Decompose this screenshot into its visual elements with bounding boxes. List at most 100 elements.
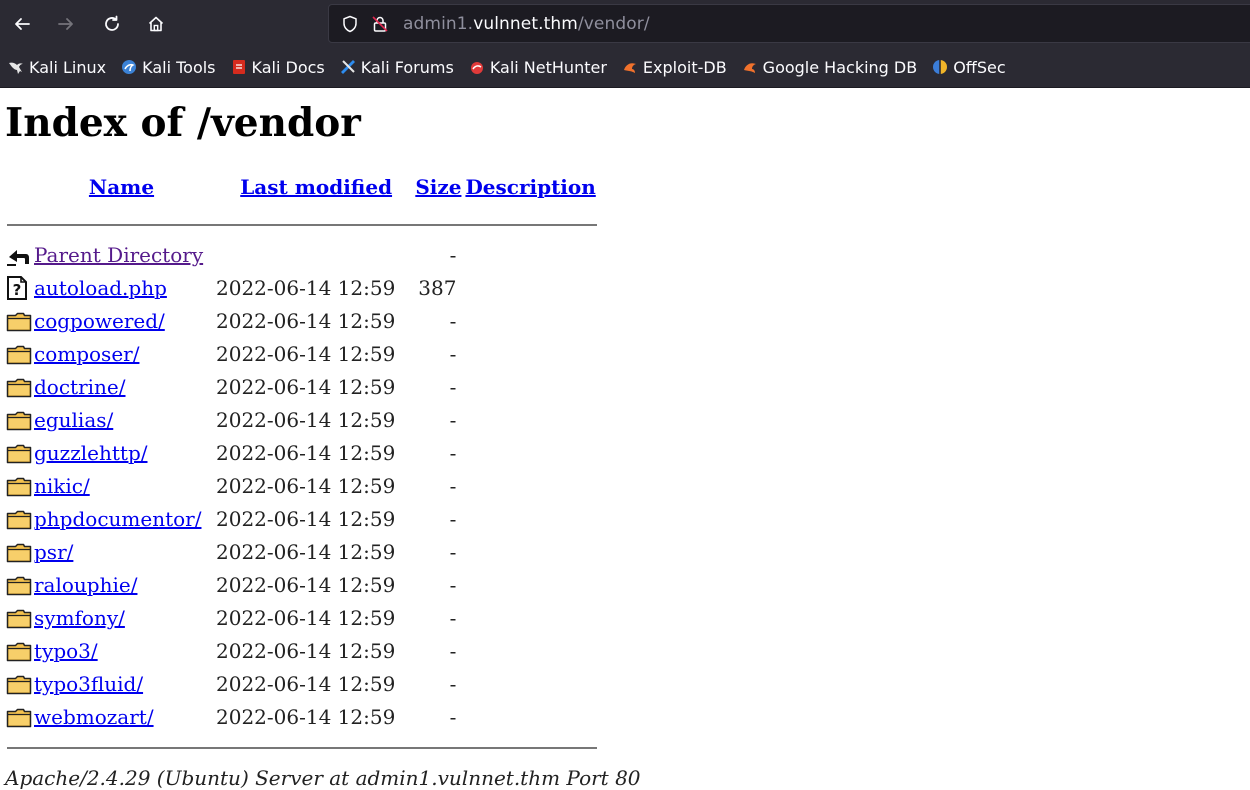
name-column-header: Name [33,167,210,211]
parent-directory-row: Parent Directory - [5,239,597,272]
size-cell: - [449,539,457,564]
entry-link[interactable]: ralouphie/ [34,573,137,597]
entry-link[interactable]: cogpowered/ [34,309,165,333]
bookmark-kali-tools[interactable]: Kali Tools [121,58,216,77]
entry-link[interactable]: webmozart/ [34,705,154,729]
name-cell: autoload.php [33,272,210,305]
name-cell: guzzlehttp/ [33,437,210,470]
description-cell [462,602,596,635]
unknown-file-icon: ? [7,275,27,300]
svg-text:?: ? [13,281,22,299]
icon-cell [5,404,33,437]
reload-icon [105,15,119,31]
size-cell: - [449,473,457,498]
date-cell: 2022-06-14 12:59 [216,308,396,333]
description-cell [462,404,596,437]
icon-cell [5,635,33,668]
description-cell [462,668,596,701]
folder-icon [6,576,32,596]
entry-link[interactable]: autoload.php [34,276,167,300]
size-cell: - [449,671,457,696]
url-text[interactable]: admin1.vulnnet.thm/vendor/ [403,14,650,34]
bookmark-ghdb[interactable]: Google Hacking DB [742,57,918,77]
url-host: vulnnet.thm [473,13,578,34]
bookmark-kali-nethunter[interactable]: Kali NetHunter [469,58,607,77]
table-row: cogpowered/2022-06-14 12:59 - [5,305,597,338]
shield-icon[interactable] [341,15,359,33]
entry-link[interactable]: typo3/ [34,639,98,663]
entry-link[interactable]: typo3fluid/ [34,672,143,696]
icon-cell [5,602,33,635]
kali-tools-icon [121,59,137,75]
description-cell [462,239,596,272]
name-cell: psr/ [33,536,210,569]
entry-link[interactable]: symfony/ [34,606,125,630]
name-cell: egulias/ [33,404,210,437]
name-cell: webmozart/ [33,701,210,734]
entry-link[interactable]: phpdocumentor/ [34,507,201,531]
icon-cell [5,701,33,734]
folder-icon [6,411,32,431]
divider [7,223,597,226]
back-button[interactable] [6,8,38,40]
icon-cell [5,503,33,536]
icon-cell [5,239,33,272]
page-title: Index of /vendor [5,100,361,146]
size-cell: - [449,704,457,729]
description-cell [462,503,596,536]
bookmark-exploit-db[interactable]: Exploit-DB [622,58,727,77]
home-button[interactable] [140,8,172,40]
description-column-header: Description [462,167,596,211]
insecure-lock-icon[interactable] [371,15,389,33]
bookmark-kali-dragon[interactable]: Kali Linux [8,58,106,77]
entry-link[interactable]: nikic/ [34,474,90,498]
parent-directory-link[interactable]: Parent Directory [34,243,203,267]
description-cell [462,569,596,602]
kali-nethunter-icon [469,59,485,75]
date-cell: 2022-06-14 12:59 [216,671,396,696]
date-cell: 2022-06-14 12:59 [216,341,396,366]
size-cell: - [449,374,457,399]
bookmark-label: Google Hacking DB [762,57,918,77]
date-cell: 2022-06-14 12:59 [216,605,396,630]
date-cell: 2022-06-14 12:59 [216,539,396,564]
entry-link[interactable]: psr/ [34,540,73,564]
arrow-right-icon [58,18,73,30]
table-row: nikic/2022-06-14 12:59 - [5,470,597,503]
bookmark-kali-forums[interactable]: Kali Forums [340,58,454,77]
table-header-row: Name Last modified Size Description [5,167,597,211]
url-subdomain: admin1. [403,13,474,34]
size-cell: - [449,341,457,366]
browser-toolbar: admin1.vulnnet.thm/vendor/ [0,0,1250,47]
entry-link[interactable]: egulias/ [34,408,113,432]
folder-icon [6,642,32,662]
bookmark-kali-docs[interactable]: Kali Docs [231,58,325,77]
table-row: symfony/2022-06-14 12:59 - [5,602,597,635]
forward-button[interactable] [50,8,82,40]
bookmark-label: OffSec [953,57,1006,77]
sort-by-description-link[interactable]: Description [465,175,595,199]
url-bar[interactable]: admin1.vulnnet.thm/vendor/ [328,4,1250,43]
entry-link[interactable]: composer/ [34,342,139,366]
reload-button[interactable] [96,8,128,40]
sort-by-size-link[interactable]: Size [415,175,461,199]
date-cell: 2022-06-14 12:59 [216,407,396,432]
date-cell: 2022-06-14 12:59 [216,440,396,465]
folder-icon [6,708,32,728]
entry-link[interactable]: doctrine/ [34,375,126,399]
icon-column-header [5,167,33,211]
date-cell: 2022-06-14 12:59 [216,704,396,729]
folder-icon [6,543,32,563]
sort-by-name-link[interactable]: Name [89,175,154,199]
name-cell: phpdocumentor/ [33,503,210,536]
bookmark-offsec[interactable]: OffSec [932,57,1006,77]
table-row: webmozart/2022-06-14 12:59 - [5,701,597,734]
icon-cell [5,470,33,503]
bookmarks-bar: Kali Linux Kali Tools Kali Docs Kali Forums… [0,47,1250,88]
table-row: composer/2022-06-14 12:59 - [5,338,597,371]
sort-by-modified-link[interactable]: Last modified [240,175,392,199]
date-cell: 2022-06-14 12:59 [216,473,396,498]
entry-link[interactable]: guzzlehttp/ [34,441,148,465]
description-cell [462,338,596,371]
size-cell: - [449,605,457,630]
